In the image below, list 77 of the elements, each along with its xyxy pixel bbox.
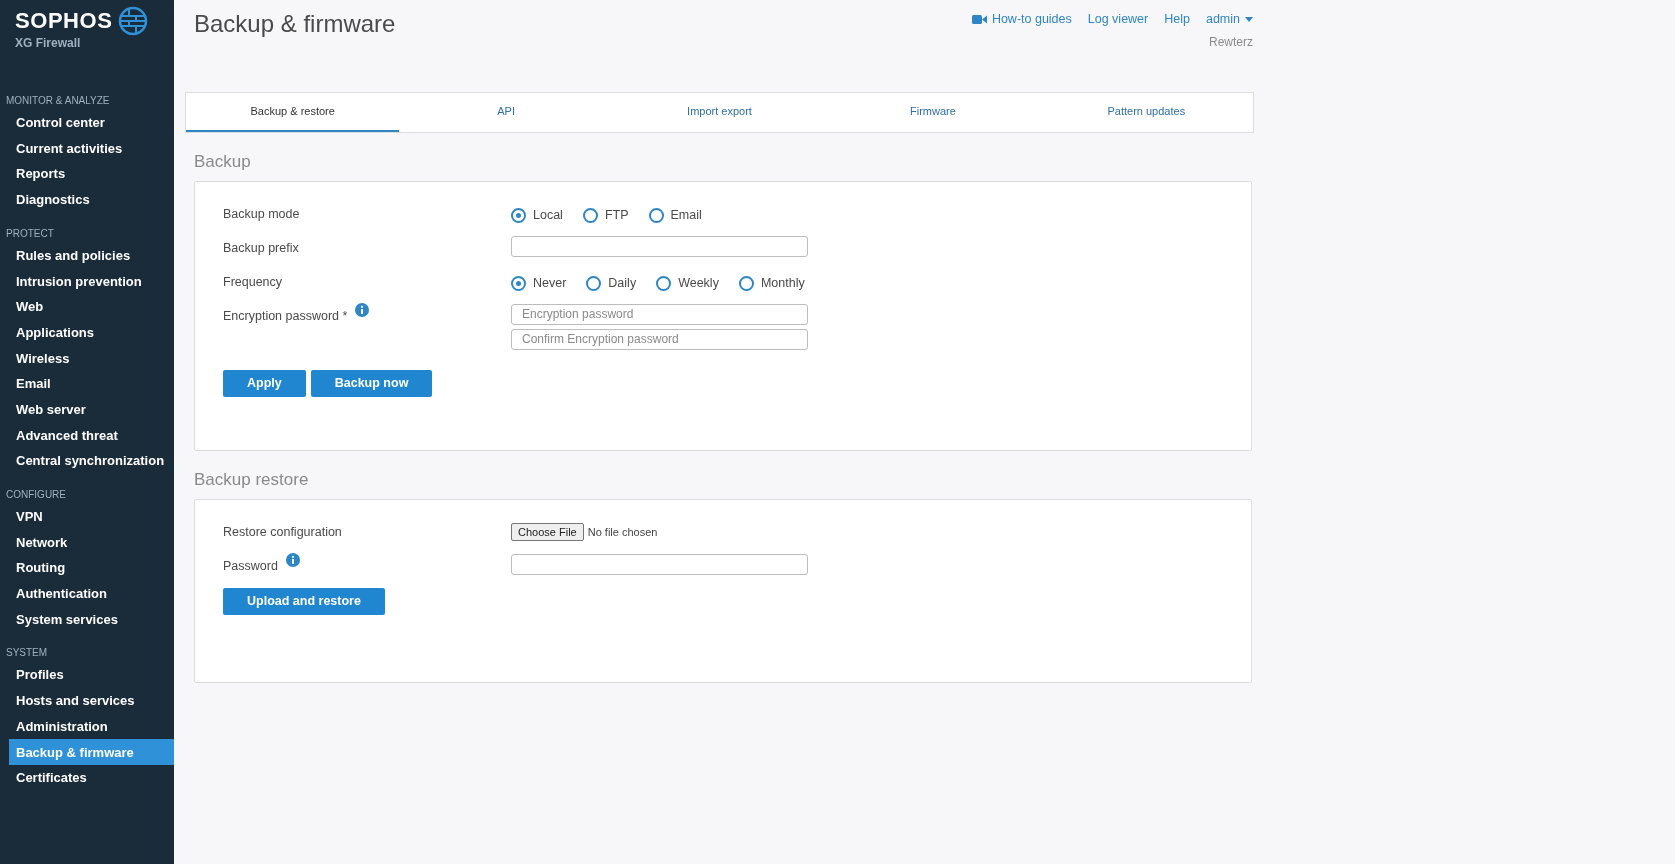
sidebar-item[interactable]: Certificates (9, 765, 174, 791)
tab[interactable]: Firmware (826, 92, 1040, 132)
device-name: Rewterz (1209, 33, 1253, 51)
tab[interactable]: Backup & restore (186, 92, 400, 132)
radio-option[interactable]: Never (511, 273, 567, 293)
radio-option[interactable]: FTP (582, 205, 629, 225)
sidebar-item[interactable]: Wireless (9, 345, 174, 372)
field-label: Encryption password * (223, 307, 348, 325)
link-label: admin (1205, 11, 1240, 28)
sidebar-item[interactable]: Routing (9, 555, 174, 581)
input-field[interactable] (511, 553, 808, 575)
field-label: Restore configuration (223, 523, 342, 541)
field-label: Backup mode (223, 205, 300, 223)
sidebar-item[interactable]: VPN (9, 503, 174, 530)
radio-option[interactable]: Daily (586, 273, 637, 293)
radio-option[interactable]: Weekly (656, 273, 719, 293)
caret-icon (1245, 16, 1253, 22)
field-label: Frequency (223, 273, 283, 291)
sidebar-item[interactable]: Profiles (9, 662, 174, 689)
globe-logo-icon (118, 6, 149, 36)
tab[interactable]: API (399, 92, 613, 132)
radio-button[interactable] (582, 207, 598, 223)
radio-option[interactable]: Local (511, 205, 563, 225)
sidebar-section-heading: PROTECT (5, 226, 55, 241)
sidebar-item[interactable]: Applications (9, 319, 174, 346)
header-link[interactable]: Help (1164, 10, 1190, 29)
page-title: Backup & firmware (194, 10, 396, 38)
logo-product: XG Firewall (15, 36, 82, 50)
info-icon[interactable] (285, 552, 300, 567)
radio-button[interactable] (656, 275, 672, 291)
file-status: No file chosen (587, 524, 658, 540)
sidebar-section-heading: CONFIGURE (5, 487, 67, 502)
sidebar-item[interactable]: Central synchronization (9, 448, 174, 474)
choose-file-button[interactable]: Choose File (511, 522, 584, 541)
header-link[interactable]: How-to guides (971, 10, 1072, 29)
sidebar-item[interactable]: Web server (9, 396, 174, 423)
sidebar-item[interactable]: Email (9, 371, 174, 397)
sidebar-item[interactable]: Rules and policies (9, 242, 174, 269)
sidebar-item[interactable]: Advanced threat (9, 422, 174, 449)
link-label: How-to guides (991, 11, 1072, 28)
radio-button[interactable] (511, 207, 526, 223)
logo-brand: SOPHOS (15, 8, 113, 34)
radio-button[interactable] (648, 207, 664, 223)
sidebar-item[interactable]: Network (9, 529, 174, 556)
info-icon[interactable] (355, 302, 370, 317)
radio-option[interactable]: Monthly (738, 273, 805, 293)
sidebar-item[interactable]: Web (9, 294, 174, 320)
action-button[interactable]: Backup now (310, 369, 433, 397)
input-field[interactable]: Encryption password (511, 303, 808, 325)
tab[interactable]: Import export (612, 92, 827, 132)
action-button[interactable]: Upload and restore (223, 587, 385, 615)
sidebar-section-heading: MONITOR & ANALYZE (5, 94, 111, 108)
sidebar-item[interactable]: System services (9, 606, 174, 633)
action-button[interactable]: Apply (223, 369, 306, 397)
video-camera-icon (971, 13, 987, 25)
input-field[interactable] (511, 235, 808, 257)
input-field[interactable]: Confirm Encryption password (511, 328, 808, 350)
field-label: Password (223, 557, 278, 575)
sidebar-item[interactable]: Current activities (9, 135, 174, 162)
section-heading: Backup (194, 151, 252, 173)
radio-button[interactable] (738, 275, 754, 291)
header-link[interactable]: admin (1205, 10, 1253, 29)
sidebar-item[interactable]: Administration (9, 713, 174, 740)
field-label: Backup prefix (223, 239, 299, 257)
sidebar-item[interactable]: Control center (9, 110, 174, 136)
sidebar-item[interactable]: Authentication (9, 581, 174, 607)
sidebar-item[interactable]: Diagnostics (9, 187, 174, 213)
sidebar-item[interactable]: Intrusion prevention (9, 268, 174, 295)
radio-button[interactable] (586, 275, 602, 291)
tab[interactable]: Pattern updates (1039, 92, 1254, 132)
section-heading: Backup restore (194, 469, 310, 491)
header-link[interactable]: Log viewer (1087, 10, 1149, 29)
sidebar-item[interactable]: Reports (9, 161, 174, 188)
radio-option[interactable]: Email (648, 205, 702, 225)
radio-button[interactable] (511, 275, 526, 291)
sidebar-section-heading: SYSTEM (5, 646, 49, 661)
sidebar-item[interactable]: Hosts and services (9, 688, 174, 714)
